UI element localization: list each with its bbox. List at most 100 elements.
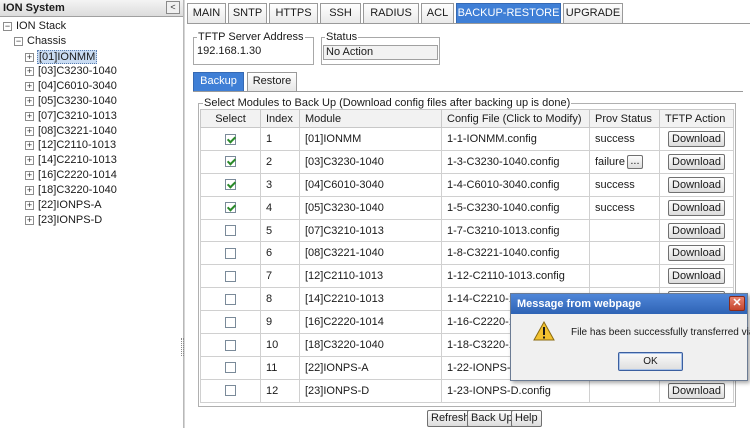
help-button[interactable]: Help	[511, 410, 542, 427]
select-checkbox[interactable]	[225, 247, 236, 259]
tree-node-module[interactable]: + [05]C3230-1040	[25, 94, 118, 109]
tree-node-module[interactable]: + [22]IONPS-A	[25, 198, 103, 213]
table-row: 5 [07]C3210-1013 1-7-C3210-1013.config Down…	[200, 218, 734, 243]
select-checkbox[interactable]	[225, 339, 236, 351]
tab-restore[interactable]: Restore	[247, 72, 297, 91]
download-button[interactable]: Download	[668, 222, 725, 239]
tree-node-label[interactable]: [16]C2220-1014	[37, 169, 118, 181]
backup-button[interactable]: Back Up	[467, 410, 517, 427]
config-file-cell[interactable]: 1-5-C3230-1040.config	[441, 195, 590, 220]
prov-details-button[interactable]: ...	[626, 154, 643, 169]
select-checkbox[interactable]	[225, 156, 236, 168]
tree-node-module[interactable]: + [01]IONMM	[25, 50, 98, 65]
config-file-cell[interactable]: 1-12-C2110-1013.config	[441, 264, 590, 289]
tree-node-label[interactable]: [01]IONMM	[37, 50, 98, 64]
tree-node-module[interactable]: + [07]C3210-1013	[25, 109, 118, 124]
close-icon[interactable]: ✕	[729, 296, 745, 311]
tftp-server-address-field[interactable]: 192.168.1.30	[195, 45, 312, 60]
tab-https[interactable]: HTTPS	[269, 3, 318, 24]
expand-icon[interactable]: +	[25, 53, 34, 62]
config-file-cell[interactable]: 1-3-C3230-1040.config	[441, 149, 590, 174]
select-checkbox[interactable]	[225, 385, 236, 397]
download-button[interactable]: Download	[668, 382, 725, 399]
select-cell	[200, 355, 261, 380]
tree-node-module[interactable]: + [03]C3230-1040	[25, 64, 118, 79]
tab-ssh[interactable]: SSH	[320, 3, 361, 24]
select-checkbox[interactable]	[225, 270, 236, 282]
select-checkbox[interactable]	[225, 293, 236, 305]
expand-icon[interactable]: +	[25, 171, 34, 180]
collapse-icon[interactable]: −	[14, 37, 23, 46]
expand-icon[interactable]: +	[25, 201, 34, 210]
tree-node-label[interactable]: [08]C3221-1040	[37, 125, 118, 137]
col-prov-status: Prov Status	[589, 109, 660, 128]
config-file-cell[interactable]: 1-4-C6010-3040.config	[441, 172, 590, 197]
collapse-icon[interactable]: −	[3, 22, 12, 31]
tree-node-label[interactable]: Chassis	[26, 35, 67, 47]
tab-sntp[interactable]: SNTP	[228, 3, 267, 24]
tree-node-label[interactable]: [03]C3230-1040	[37, 65, 118, 77]
tree-node-label[interactable]: [07]C3210-1013	[37, 110, 118, 122]
expand-icon[interactable]: +	[25, 97, 34, 106]
tftp-action-cell: Download	[659, 172, 734, 197]
config-file-cell[interactable]: 1-1-IONMM.config	[441, 127, 590, 151]
config-file-cell[interactable]: 1-8-C3221-1040.config	[441, 241, 590, 266]
module-cell: [07]C3210-1013	[299, 218, 442, 243]
tree-node-module[interactable]: + [14]C2210-1013	[25, 153, 118, 168]
config-file-cell[interactable]: 1-7-C3210-1013.config	[441, 218, 590, 243]
download-button[interactable]: Download	[668, 199, 725, 216]
download-button[interactable]: Download	[668, 268, 725, 285]
expand-icon[interactable]: +	[25, 82, 34, 91]
table-row: 2 [03]C3230-1040 1-3-C3230-1040.config fail…	[200, 149, 734, 174]
tab-backup[interactable]: Backup	[193, 72, 244, 91]
expand-icon[interactable]: +	[25, 67, 34, 76]
tab-main[interactable]: MAIN	[187, 3, 226, 24]
download-button[interactable]: Download	[668, 245, 725, 262]
tree-node-label[interactable]: [14]C2210-1013	[37, 154, 118, 166]
expand-icon[interactable]: +	[25, 141, 34, 150]
tree-node-module[interactable]: + [12]C2110-1013	[25, 138, 117, 153]
collapse-panel-button[interactable]: <	[166, 1, 180, 14]
tab-acl[interactable]: ACL	[421, 3, 454, 24]
tree-node-label[interactable]: [04]C6010-3040	[37, 80, 118, 92]
tab-upgrade[interactable]: UPGRADE	[563, 3, 623, 24]
select-checkbox[interactable]	[225, 179, 236, 191]
tab-backup-restore[interactable]: BACKUP-RESTORE	[456, 3, 561, 24]
expand-icon[interactable]: +	[25, 127, 34, 136]
tree-node-label[interactable]: [23]IONPS-D	[37, 214, 103, 226]
download-button[interactable]: Download	[668, 176, 725, 193]
select-checkbox[interactable]	[225, 202, 236, 214]
expand-icon[interactable]: +	[25, 156, 34, 165]
ok-button[interactable]: OK	[618, 352, 683, 371]
select-checkbox[interactable]	[225, 133, 236, 145]
prov-status-text: failure	[595, 155, 625, 168]
tree-node-label[interactable]: [18]C3220-1040	[37, 184, 118, 196]
expand-icon[interactable]: +	[25, 112, 34, 121]
tree-node-chassis[interactable]: − Chassis	[14, 34, 67, 49]
panel-splitter[interactable]	[183, 0, 185, 428]
tree-node-module[interactable]: + [23]IONPS-D	[25, 213, 103, 228]
tree-node-label[interactable]: [12]C2110-1013	[37, 139, 117, 151]
select-checkbox[interactable]	[225, 362, 236, 374]
select-checkbox[interactable]	[225, 225, 236, 237]
config-file-cell[interactable]: 1-23-IONPS-D.config	[441, 378, 590, 403]
splitter-grip-icon[interactable]	[181, 338, 184, 356]
tab-radius[interactable]: RADIUS	[363, 3, 419, 24]
tree-node-module[interactable]: + [08]C3221-1040	[25, 124, 118, 139]
select-checkbox[interactable]	[225, 316, 236, 328]
tree-node-module[interactable]: + [18]C3220-1040	[25, 183, 118, 198]
download-button[interactable]: Download	[668, 130, 725, 147]
expand-icon[interactable]: +	[25, 186, 34, 195]
tree-node-module[interactable]: + [04]C6010-3040	[25, 79, 118, 94]
dialog-title: Message from webpage	[511, 294, 747, 314]
tree-node-ion-stack[interactable]: − ION Stack	[3, 19, 67, 34]
download-button[interactable]: Download	[668, 153, 725, 170]
prov-status-cell: success	[589, 172, 660, 197]
tree-node-label[interactable]: ION Stack	[15, 20, 67, 32]
tree-node-label[interactable]: [05]C3230-1040	[37, 95, 118, 107]
tree-node-module[interactable]: + [16]C2220-1014	[25, 168, 118, 183]
expand-icon[interactable]: +	[25, 216, 34, 225]
index-cell: 3	[260, 172, 300, 197]
table-row: 12 [23]IONPS-D 1-23-IONPS-D.config Download	[200, 378, 734, 403]
tree-node-label[interactable]: [22]IONPS-A	[37, 199, 103, 211]
